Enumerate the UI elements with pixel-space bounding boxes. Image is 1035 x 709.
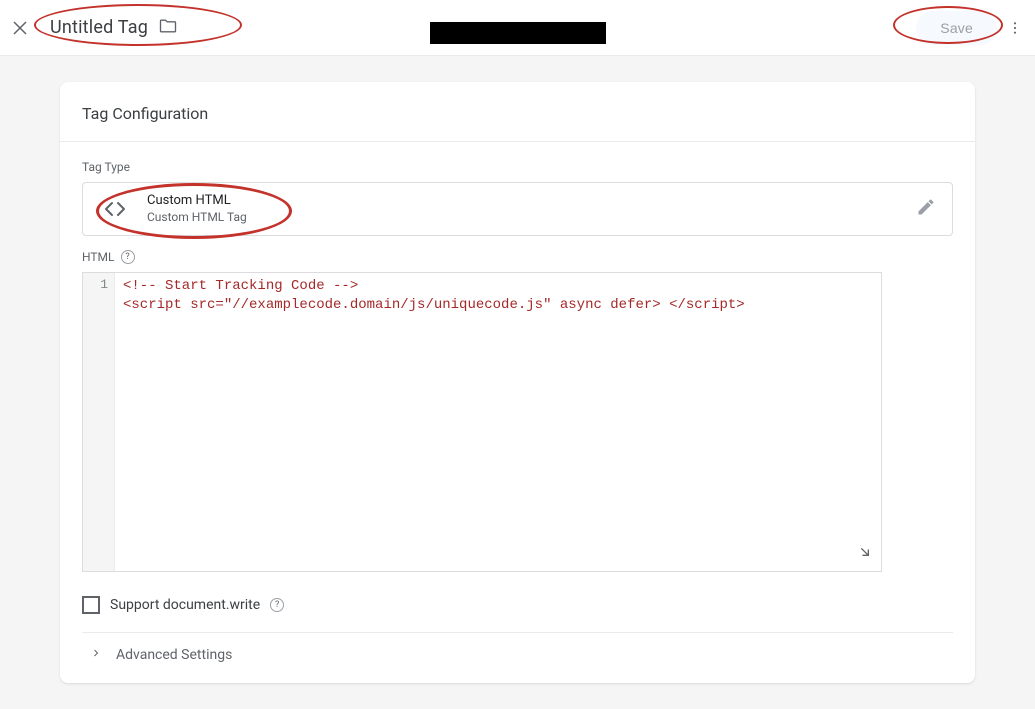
resize-handle-icon[interactable] [857,544,873,565]
card-heading: Tag Configuration [82,104,953,123]
html-code-editor[interactable]: 1 <!-- Start Tracking Code --> <script s… [82,272,882,572]
tag-title[interactable]: Untitled Tag [40,10,188,46]
kebab-menu-icon[interactable] [1003,16,1027,40]
code-content[interactable]: <!-- Start Tracking Code --> <script src… [115,273,881,571]
chevron-right-icon [90,647,102,663]
tag-title-text: Untitled Tag [50,17,148,38]
tag-type-desc: Custom HTML Tag [147,210,247,226]
help-icon[interactable]: ? [121,250,135,264]
save-button[interactable]: Save [916,11,997,45]
folder-icon [158,16,178,40]
tag-type-row[interactable]: Custom HTML Custom HTML Tag [82,182,953,236]
tag-type-label: Tag Type [82,160,953,174]
code-line-2: <script src="//examplecode.domain/js/uni… [123,297,745,313]
close-icon[interactable] [8,16,32,40]
advanced-settings-toggle[interactable]: Advanced Settings [60,633,975,663]
code-gutter: 1 [83,273,115,571]
tag-configuration-card: Tag Configuration Tag Type Custom HTML C… [60,82,975,683]
code-line-1: <!-- Start Tracking Code --> [123,278,358,294]
advanced-settings-label: Advanced Settings [116,647,232,663]
redacted-region [430,22,606,44]
support-document-write-checkbox[interactable] [82,596,100,614]
support-document-write-label: Support document.write [110,597,260,613]
code-brackets-icon [99,193,131,225]
html-label: HTML [82,250,115,264]
gutter-line-1: 1 [83,277,108,292]
edit-icon[interactable] [916,197,936,221]
tag-type-name: Custom HTML [147,193,247,210]
help-icon[interactable]: ? [270,598,284,612]
